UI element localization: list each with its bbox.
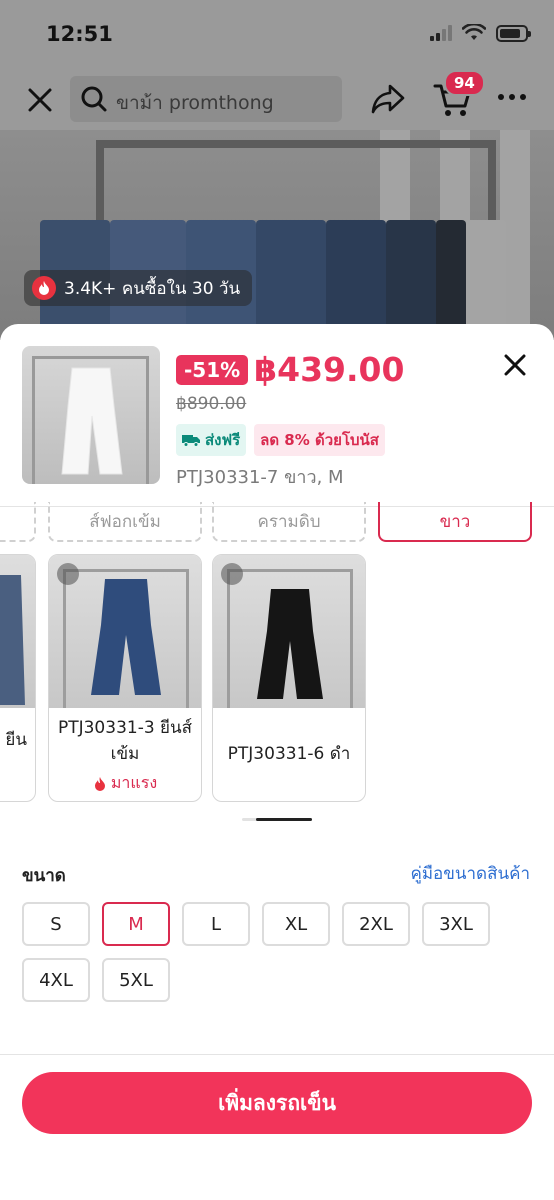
status-bar: 12:51	[0, 0, 554, 70]
color-chip-partial[interactable]	[0, 502, 36, 542]
variant-card-image	[213, 555, 365, 708]
carousel-scroll-indicator	[242, 818, 312, 821]
add-to-cart-button[interactable]: เพิ่มลงรถเข็น	[22, 1072, 532, 1134]
share-icon[interactable]	[370, 82, 406, 116]
current-price: ฿439.00	[254, 350, 405, 389]
size-option-3xl[interactable]: 3XL	[422, 902, 490, 946]
variant-card-title: ยีน	[5, 730, 27, 750]
discount-badge: -51%	[176, 354, 249, 385]
product-gallery-backdrop: 12:51 ขาม้า promthong 94 3.4K+ คนซื้อใน …	[0, 0, 554, 340]
size-option-s[interactable]: S	[22, 902, 90, 946]
status-time: 12:51	[46, 22, 113, 46]
variant-card-image	[49, 555, 201, 708]
variant-card-title: PTJ30331-6 ดำ	[227, 744, 351, 764]
close-icon[interactable]	[24, 84, 56, 116]
promo-tags: ส่งฟรี ลด 8% ด้วยโบนัส	[176, 424, 385, 456]
expand-icon[interactable]	[57, 563, 79, 585]
color-chip-raw-indigo[interactable]: ครามดิบ	[212, 502, 366, 542]
cellular-signal-icon	[430, 25, 452, 41]
truck-icon	[182, 435, 200, 447]
size-option-5xl[interactable]: 5XL	[102, 958, 170, 1002]
original-price: ฿890.00	[176, 394, 247, 414]
sold-count-text: 3.4K+ คนซื้อใน 30 วัน	[64, 278, 241, 299]
selected-variant-thumbnail	[22, 346, 160, 484]
footer-divider	[0, 1054, 554, 1055]
status-icons	[430, 24, 531, 42]
variant-selector-sheet: -51% ฿439.00 ฿890.00 ส่งฟรี ลด 8% ด้วยโบ…	[0, 324, 554, 1200]
free-shipping-tag: ส่งฟรี	[176, 424, 247, 456]
close-sheet-icon[interactable]	[500, 350, 530, 380]
size-section-label: ขนาด	[22, 866, 66, 886]
variant-card-title: PTJ30331-3 ยีนส์เข้ม	[57, 718, 193, 764]
search-icon	[81, 86, 107, 112]
variant-card[interactable]: PTJ30331-6 ดำ	[212, 554, 366, 802]
battery-icon	[496, 24, 531, 42]
trending-label: มาแรง	[49, 771, 201, 796]
size-option-2xl[interactable]: 2XL	[342, 902, 410, 946]
selected-variant-text: PTJ30331-7 ขาว, M	[176, 467, 344, 488]
color-chip-bleached-dark[interactable]: ส์ฟอกเข้ม	[48, 502, 202, 542]
wifi-icon	[462, 24, 486, 40]
fire-icon	[94, 776, 105, 791]
expand-icon[interactable]	[221, 563, 243, 585]
top-nav-bar: ขาม้า promthong 94	[0, 70, 554, 130]
free-shipping-text: ส่งฟรี	[205, 431, 241, 449]
size-option-4xl[interactable]: 4XL	[22, 958, 90, 1002]
search-placeholder: ขาม้า promthong	[116, 92, 274, 114]
trending-text: มาแรง	[110, 773, 158, 792]
size-option-l[interactable]: L	[182, 902, 250, 946]
cart-count-badge: 94	[444, 70, 485, 96]
search-input[interactable]: ขาม้า promthong	[70, 76, 342, 122]
size-option-xl[interactable]: XL	[262, 902, 330, 946]
size-guide-link[interactable]: คู่มือขนาดสินค้า	[410, 860, 530, 887]
size-option-m[interactable]: M	[102, 902, 170, 946]
variant-card-image	[0, 555, 35, 708]
color-chip-white[interactable]: ขาว	[378, 502, 532, 542]
more-options-icon[interactable]	[498, 94, 526, 100]
product-hero-image	[0, 130, 554, 340]
sold-count-badge: 3.4K+ คนซื้อใน 30 วัน	[24, 270, 253, 306]
variant-card[interactable]: PTJ30331-3 ยีนส์เข้ม มาแรง	[48, 554, 202, 802]
price-row: -51% ฿439.00	[176, 350, 404, 389]
fire-icon	[32, 276, 56, 300]
variant-card[interactable]: ยีน	[0, 554, 36, 802]
bonus-discount-tag: ลด 8% ด้วยโบนัส	[254, 424, 385, 456]
